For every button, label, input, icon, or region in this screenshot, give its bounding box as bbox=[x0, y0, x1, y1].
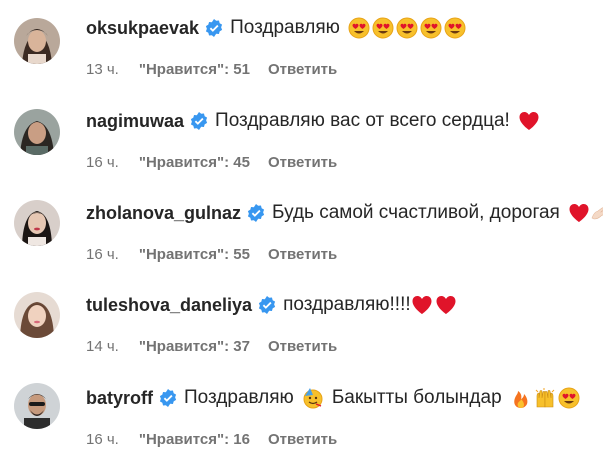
reply-button[interactable]: Ответить bbox=[268, 246, 337, 263]
verified-badge-icon bbox=[258, 296, 276, 314]
comment-time[interactable]: 16 ч. bbox=[86, 246, 119, 263]
avatar[interactable] bbox=[14, 200, 60, 246]
username[interactable]: nagimuwaa bbox=[86, 111, 184, 132]
comment-line: tuleshova_daneliya поздравляю!!!! bbox=[86, 290, 457, 320]
username[interactable]: zholanova_gulnaz bbox=[86, 203, 241, 224]
verified-badge-icon bbox=[205, 19, 223, 37]
comment-text: Будь самой счастливой, дорогая bbox=[272, 202, 560, 223]
heart-eyes-emoji-icon bbox=[348, 17, 370, 39]
verified-badge-icon bbox=[247, 204, 265, 222]
likes-count[interactable]: "Нравится": 37 bbox=[139, 338, 250, 355]
comment-meta: 16 ч. "Нравится": 16 Ответить bbox=[86, 428, 337, 450]
comment-text: Поздравляю bbox=[184, 387, 294, 408]
comment-meta: 16 ч. "Нравится": 55 Ответить bbox=[86, 243, 337, 265]
red-heart-emoji-icon bbox=[569, 204, 589, 222]
username[interactable]: batyroff bbox=[86, 388, 153, 409]
heart-eyes-emoji-icon bbox=[444, 17, 466, 39]
avatar[interactable] bbox=[14, 109, 60, 155]
red-heart-emoji-icon bbox=[436, 296, 456, 314]
comment-time[interactable]: 14 ч. bbox=[86, 338, 119, 355]
comment-text: Поздравляю bbox=[230, 17, 340, 38]
reply-button[interactable]: Ответить bbox=[268, 154, 337, 171]
party-face-emoji-icon bbox=[303, 388, 323, 409]
heart-eyes-emoji-icon bbox=[396, 17, 418, 39]
comment-text: Поздравляю вас от всего сердца! bbox=[215, 110, 510, 131]
comment-item: zholanova_gulnaz Будь самой счастливой, … bbox=[0, 198, 603, 288]
likes-count[interactable]: "Нравится": 51 bbox=[139, 61, 250, 78]
raised-hands-emoji-icon bbox=[535, 388, 555, 408]
comment-line: oksukpaevak Поздравляю bbox=[86, 13, 466, 43]
reply-button[interactable]: Ответить bbox=[268, 61, 337, 78]
likes-count[interactable]: "Нравится": 45 bbox=[139, 154, 250, 171]
red-heart-emoji-icon bbox=[412, 296, 432, 314]
reply-button[interactable]: Ответить bbox=[268, 338, 337, 355]
red-heart-emoji-icon bbox=[519, 112, 539, 130]
fire-emoji-icon bbox=[513, 391, 528, 408]
comment-item: nagimuwaa Поздравляю вас от всего сердца… bbox=[0, 106, 603, 196]
comment-time[interactable]: 13 ч. bbox=[86, 61, 119, 78]
reply-button[interactable]: Ответить bbox=[268, 431, 337, 448]
avatar[interactable] bbox=[14, 383, 60, 429]
hand-emoji-icon bbox=[591, 207, 603, 220]
comment-time[interactable]: 16 ч. bbox=[86, 154, 119, 171]
comment-text: поздравляю!!!! bbox=[283, 294, 411, 315]
comment-item: tuleshova_daneliya поздравляю!!!! 14 ч. … bbox=[0, 290, 603, 380]
likes-count[interactable]: "Нравится": 16 bbox=[139, 431, 250, 448]
comment-meta: 13 ч. "Нравится": 51 Ответить bbox=[86, 58, 337, 80]
comment-item: batyroff Поздравляю Бакытты болындар 16 … bbox=[0, 383, 603, 473]
comment-time[interactable]: 16 ч. bbox=[86, 431, 119, 448]
comment-item: oksukpaevak Поздравляю 13 ч. "Нравится":… bbox=[0, 13, 603, 103]
username[interactable]: tuleshova_daneliya bbox=[86, 295, 252, 316]
comment-meta: 14 ч. "Нравится": 37 Ответить bbox=[86, 335, 337, 357]
avatar[interactable] bbox=[14, 292, 60, 338]
comment-meta: 16 ч. "Нравится": 45 Ответить bbox=[86, 151, 337, 173]
verified-badge-icon bbox=[159, 389, 177, 407]
heart-eyes-emoji-icon bbox=[558, 387, 580, 409]
likes-count[interactable]: "Нравится": 55 bbox=[139, 246, 250, 263]
avatar[interactable] bbox=[14, 18, 60, 64]
username[interactable]: oksukpaevak bbox=[86, 18, 199, 39]
comment-text-secondary: Бакытты болындар bbox=[331, 387, 502, 408]
verified-badge-icon bbox=[190, 112, 208, 130]
comment-line: nagimuwaa Поздравляю вас от всего сердца… bbox=[86, 106, 540, 136]
heart-eyes-emoji-icon bbox=[420, 17, 442, 39]
heart-eyes-emoji-icon bbox=[372, 17, 394, 39]
comment-line: batyroff Поздравляю Бакытты болындар bbox=[86, 383, 580, 413]
comment-line: zholanova_gulnaz Будь самой счастливой, … bbox=[86, 198, 603, 228]
